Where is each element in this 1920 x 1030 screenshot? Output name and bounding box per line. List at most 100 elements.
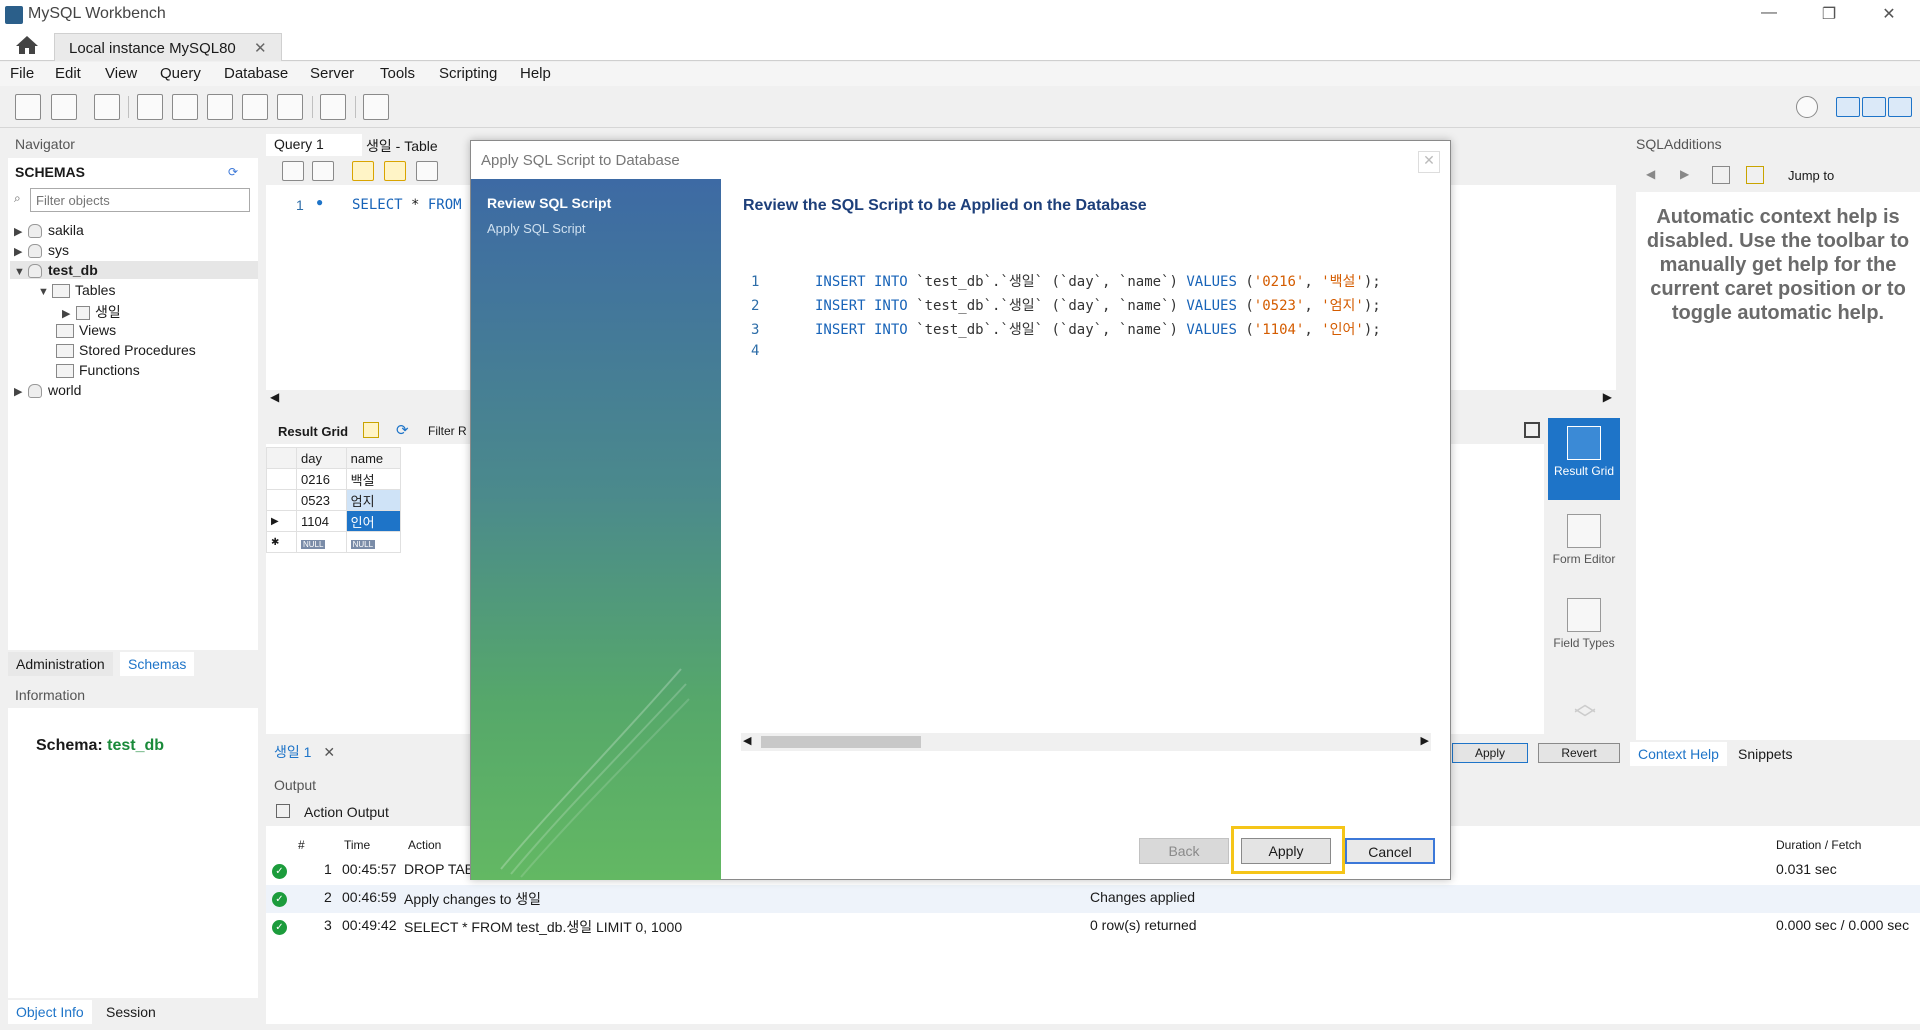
column-header-day[interactable]: day <box>296 447 347 469</box>
home-icon[interactable] <box>14 34 40 56</box>
expand-icon[interactable]: ▶ <box>14 385 28 398</box>
menu-view[interactable]: View <box>105 65 137 82</box>
grid-view-icon[interactable] <box>363 422 379 438</box>
tree-item-test-db[interactable]: ▼ test_db <box>10 261 258 280</box>
collapse-icon[interactable]: ▼ <box>14 266 28 278</box>
scrollbar-thumb[interactable] <box>761 736 921 748</box>
minimize-button[interactable]: — <box>1749 4 1789 22</box>
tab-object-info[interactable]: Object Info <box>8 1000 92 1024</box>
column-header-name[interactable]: name <box>345 447 402 469</box>
table-row[interactable]: 0523 엄지 <box>266 489 402 511</box>
tree-item-table-birthday[interactable]: ▶ 생일 <box>62 302 121 322</box>
filter-objects-input[interactable] <box>30 188 250 212</box>
execute-current-icon[interactable] <box>384 161 406 181</box>
collapse-icon[interactable]: ▼ <box>38 286 52 298</box>
tree-item-tables[interactable]: ▼ Tables <box>38 282 115 299</box>
menu-edit[interactable]: Edit <box>55 65 81 82</box>
result-grid-side-tab[interactable]: Result Grid <box>1548 418 1620 500</box>
tree-item-sakila[interactable]: ▶ sakila <box>14 222 84 239</box>
create-view-icon[interactable] <box>207 94 233 120</box>
execute-icon[interactable] <box>352 161 374 181</box>
script-horizontal-scrollbar[interactable]: ◀ ▶ <box>741 733 1431 751</box>
tab-context-help[interactable]: Context Help <box>1630 742 1727 766</box>
form-editor-side-tab[interactable]: Form Editor <box>1548 510 1620 586</box>
scroll-right-icon[interactable]: ▶ <box>1421 734 1429 747</box>
table-row[interactable]: 0216 백설 <box>266 468 402 490</box>
toggle-panel-icon[interactable] <box>1524 422 1540 438</box>
refresh-icon[interactable]: ⟳ <box>396 421 409 439</box>
create-procedure-icon[interactable] <box>242 94 268 120</box>
table-row[interactable]: ✓ 2 00:46:59 Apply changes to 생일 Changes… <box>266 885 1920 913</box>
tab-local-instance[interactable]: Local instance MySQL80 ✕ <box>54 33 282 61</box>
toggle-output-icon[interactable] <box>1862 97 1886 117</box>
close-window-button[interactable]: ✕ <box>1869 4 1909 24</box>
action-output-select[interactable]: Action Output <box>304 804 389 820</box>
expand-icon[interactable]: ▶ <box>14 245 28 258</box>
close-result-tab-icon[interactable]: ✕ <box>323 744 335 760</box>
apply-button[interactable]: Apply <box>1241 838 1331 864</box>
expand-icon[interactable]: ▶ <box>14 225 28 238</box>
grid-cell[interactable]: 1104 <box>296 510 347 532</box>
new-row[interactable]: ✱ NULL NULL <box>266 531 402 553</box>
scroll-more-icon[interactable]: ︿ ﹀ <box>1574 693 1596 731</box>
search-table-data-icon[interactable] <box>320 94 346 120</box>
back-arrow-icon[interactable]: ◀ <box>1646 167 1655 181</box>
menu-query[interactable]: Query <box>160 65 201 82</box>
grid-cell[interactable]: 백설 <box>345 468 402 490</box>
scroll-left-icon[interactable]: ◀ <box>270 390 279 404</box>
manual-help-icon[interactable] <box>1712 166 1730 184</box>
scroll-left-icon[interactable]: ◀ <box>743 734 751 747</box>
grid-cell[interactable]: 0523 <box>296 489 347 511</box>
result-apply-button[interactable]: Apply <box>1452 743 1528 763</box>
tree-item-views[interactable]: Views <box>56 322 116 339</box>
tab-administration[interactable]: Administration <box>8 652 113 676</box>
tab-session[interactable]: Session <box>98 1000 164 1024</box>
tab-query-1[interactable]: Query 1 <box>266 134 362 156</box>
reconnect-icon[interactable] <box>363 94 389 120</box>
result-tab[interactable]: 생일 1 ✕ <box>274 742 335 762</box>
explain-icon[interactable] <box>416 161 438 181</box>
menu-file[interactable]: File <box>10 65 34 82</box>
grid-cell-selected[interactable]: 인어 <box>345 510 402 532</box>
table-row[interactable]: ▶ 1104 인어 <box>266 510 402 532</box>
tab-snippets[interactable]: Snippets <box>1730 742 1800 766</box>
tree-item-functions[interactable]: Functions <box>56 362 140 379</box>
copy-output-icon[interactable] <box>276 804 290 818</box>
new-sql-tab-icon[interactable] <box>15 94 41 120</box>
menu-database[interactable]: Database <box>224 65 288 82</box>
close-tab-icon[interactable]: ✕ <box>254 40 267 57</box>
create-schema-icon[interactable] <box>137 94 163 120</box>
menu-server[interactable]: Server <box>310 65 354 82</box>
tree-item-stored-procedures[interactable]: Stored Procedures <box>56 342 196 359</box>
restore-button[interactable]: ❐ <box>1809 4 1849 24</box>
tree-item-sys[interactable]: ▶ sys <box>14 242 69 259</box>
forward-arrow-icon[interactable]: ▶ <box>1680 167 1689 181</box>
open-sql-script-icon[interactable] <box>51 94 77 120</box>
menu-tools[interactable]: Tools <box>380 65 415 82</box>
scroll-right-icon[interactable]: ▶ <box>1603 390 1612 404</box>
refresh-schemas-icon[interactable]: ⟳ <box>228 165 238 179</box>
result-revert-button[interactable]: Revert <box>1538 743 1620 763</box>
create-function-icon[interactable] <box>277 94 303 120</box>
auto-help-icon[interactable] <box>1746 166 1764 184</box>
tab-schemas[interactable]: Schemas <box>120 652 195 676</box>
toggle-secondary-sidebar-icon[interactable] <box>1888 97 1912 117</box>
tree-item-world[interactable]: ▶ world <box>14 382 81 399</box>
menu-scripting[interactable]: Scripting <box>439 65 497 82</box>
save-file-icon[interactable] <box>312 161 334 181</box>
open-file-icon[interactable] <box>282 161 304 181</box>
field-types-side-tab[interactable]: Field Types <box>1548 594 1620 670</box>
back-button[interactable]: Back <box>1139 838 1229 864</box>
table-row[interactable]: ✓ 3 00:49:42 SELECT * FROM test_db.생일 LI… <box>266 913 1920 941</box>
dialog-close-icon[interactable]: ✕ <box>1418 151 1440 173</box>
menu-help[interactable]: Help <box>520 65 551 82</box>
jump-to-label[interactable]: Jump to <box>1788 168 1834 183</box>
grid-cell[interactable]: 0216 <box>296 468 347 490</box>
toggle-sidebar-icon[interactable] <box>1836 97 1860 117</box>
expand-icon[interactable]: ▶ <box>62 307 76 320</box>
tab-table-editor[interactable]: 생일 - Table <box>366 134 466 156</box>
cancel-button[interactable]: Cancel <box>1345 838 1435 864</box>
grid-cell[interactable]: 엄지 <box>345 489 402 511</box>
create-table-icon[interactable] <box>172 94 198 120</box>
preferences-gear-icon[interactable] <box>1796 96 1818 118</box>
